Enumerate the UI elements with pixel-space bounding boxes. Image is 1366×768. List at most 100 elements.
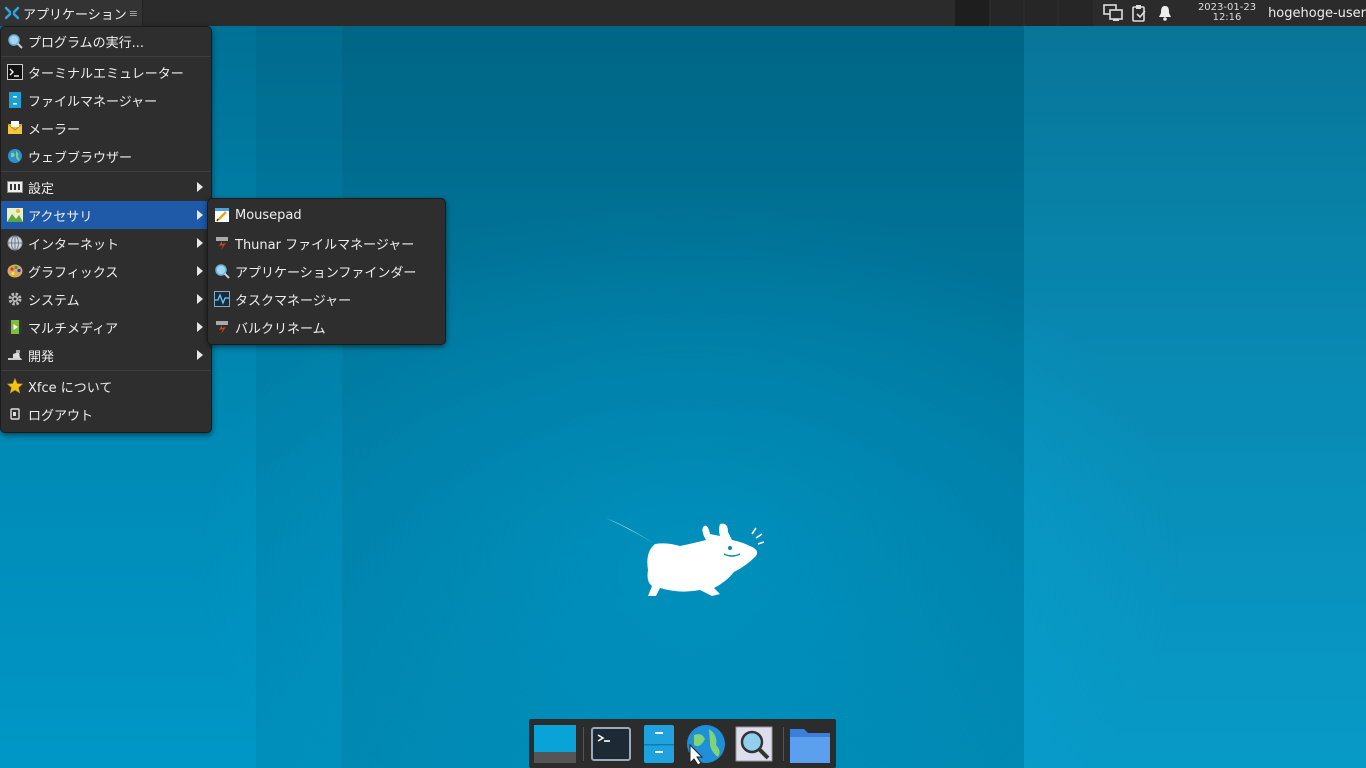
search-icon bbox=[7, 33, 23, 49]
workspace-4[interactable] bbox=[1059, 0, 1093, 26]
accessories-submenu: Mousepad Thunar ファイルマネージャー アプリケーションファインダ… bbox=[207, 198, 446, 345]
menu-item-label: ターミナルエミュレーター bbox=[28, 66, 184, 82]
menu-item-internet[interactable]: インターネット bbox=[1, 229, 211, 257]
dock-folder[interactable] bbox=[788, 723, 832, 765]
menu-item-web-browser[interactable]: ウェブブラウザー bbox=[1, 142, 211, 170]
task-manager-icon bbox=[214, 291, 230, 307]
submenu-item-appfinder[interactable]: アプリケーションファインダー bbox=[208, 257, 445, 285]
menu-item-graphics[interactable]: グラフィックス bbox=[1, 257, 211, 285]
applications-menu-button[interactable]: アプリケーション ≡ bbox=[0, 0, 143, 26]
accessories-icon bbox=[7, 207, 23, 223]
submenu-item-bulk-rename[interactable]: バルクリネーム bbox=[208, 313, 445, 341]
dock-separator bbox=[783, 727, 784, 761]
submenu-arrow-icon bbox=[197, 294, 203, 304]
terminal-icon bbox=[7, 64, 23, 80]
mail-icon bbox=[7, 120, 23, 136]
menu-item-label: グラフィックス bbox=[28, 265, 119, 281]
submenu-item-label: Mousepad bbox=[235, 207, 302, 223]
submenu-item-label: Thunar ファイルマネージャー bbox=[235, 237, 415, 253]
star-icon bbox=[7, 378, 23, 394]
system-tray: 2023-01-23 12:16 hogehoge-user bbox=[1102, 0, 1366, 26]
menu-item-label: システム bbox=[28, 293, 80, 309]
notification-bell-icon[interactable] bbox=[1154, 2, 1176, 24]
show-desktop-icon bbox=[534, 725, 576, 763]
multimedia-icon bbox=[7, 319, 23, 335]
submenu-arrow-icon bbox=[197, 210, 203, 220]
menu-item-terminal[interactable]: ターミナルエミュレーター bbox=[1, 58, 211, 86]
submenu-arrow-icon bbox=[197, 266, 203, 276]
menu-item-label: プログラムの実行... bbox=[28, 35, 145, 51]
submenu-item-mousepad[interactable]: Mousepad bbox=[208, 201, 445, 229]
top-panel: アプリケーション ≡ 2023-01-23 12:16 hogehoge-use… bbox=[0, 0, 1366, 26]
menu-item-file-manager[interactable]: ファイルマネージャー bbox=[1, 86, 211, 114]
xfce-mouse-wallpaper-logo bbox=[606, 518, 765, 596]
submenu-item-label: タスクマネージャー bbox=[235, 293, 352, 309]
menu-item-label: Xfce について bbox=[28, 380, 113, 396]
username-label[interactable]: hogehoge-user bbox=[1268, 6, 1366, 21]
workspace-1[interactable] bbox=[955, 0, 989, 26]
terminal-icon bbox=[591, 727, 631, 761]
menu-item-about-xfce[interactable]: Xfce について bbox=[1, 372, 211, 400]
menu-item-multimedia[interactable]: マルチメディア bbox=[1, 313, 211, 341]
dock-show-desktop[interactable] bbox=[533, 723, 577, 765]
menu-item-label: 開発 bbox=[28, 349, 55, 365]
appfinder-icon bbox=[735, 726, 773, 762]
menu-item-development[interactable]: 開発 bbox=[1, 341, 211, 369]
workspace-3[interactable] bbox=[1025, 0, 1057, 26]
menu-item-label: マルチメディア bbox=[28, 321, 119, 337]
applications-menu: プログラムの実行... ターミナルエミュレーター ファイルマネージャー メーラー… bbox=[0, 26, 212, 433]
clock[interactable]: 2023-01-23 12:16 bbox=[1198, 3, 1256, 23]
submenu-arrow-icon bbox=[197, 182, 203, 192]
menu-item-accessories[interactable]: アクセサリ bbox=[1, 201, 211, 229]
network-icon[interactable] bbox=[1102, 2, 1124, 24]
graphics-icon bbox=[7, 263, 23, 279]
menu-item-label: インターネット bbox=[28, 237, 120, 253]
menu-item-system[interactable]: システム bbox=[1, 285, 211, 313]
desktop-band bbox=[1024, 26, 1366, 768]
menu-item-logout[interactable]: ログアウト bbox=[1, 400, 211, 428]
menu-separator bbox=[1, 370, 211, 371]
menu-separator bbox=[1, 56, 211, 57]
web-browser-icon bbox=[7, 148, 23, 164]
bulk-rename-icon bbox=[214, 319, 230, 335]
menu-item-label: 設定 bbox=[28, 181, 55, 197]
file-manager-icon bbox=[7, 92, 23, 108]
clock-time: 12:16 bbox=[1212, 12, 1242, 23]
submenu-item-thunar[interactable]: Thunar ファイルマネージャー bbox=[208, 229, 445, 257]
menu-overflow-icon: ≡ bbox=[128, 6, 138, 20]
submenu-item-label: バルクリネーム bbox=[235, 321, 326, 337]
submenu-item-task-manager[interactable]: タスクマネージャー bbox=[208, 285, 445, 313]
internet-icon bbox=[7, 235, 23, 251]
dock-appfinder[interactable] bbox=[732, 723, 776, 765]
menu-item-label: アクセサリ bbox=[28, 209, 93, 225]
menu-item-run-program[interactable]: プログラムの実行... bbox=[1, 27, 211, 55]
desktop-band bbox=[256, 26, 342, 768]
desktop-band bbox=[342, 26, 1024, 768]
submenu-arrow-icon bbox=[197, 322, 203, 332]
menu-item-label: ファイルマネージャー bbox=[28, 94, 158, 110]
settings-icon bbox=[7, 179, 23, 195]
thunar-icon bbox=[214, 235, 230, 251]
submenu-arrow-icon bbox=[197, 238, 203, 248]
submenu-item-label: アプリケーションファインダー bbox=[235, 265, 417, 281]
clipboard-icon[interactable] bbox=[1128, 2, 1150, 24]
folder-icon bbox=[790, 729, 830, 763]
menu-item-label: ウェブブラウザー bbox=[28, 150, 133, 166]
dock-terminal[interactable] bbox=[589, 723, 633, 765]
menu-item-mailer[interactable]: メーラー bbox=[1, 114, 211, 142]
system-gear-icon bbox=[7, 291, 23, 307]
development-icon bbox=[7, 347, 23, 363]
file-manager-icon bbox=[644, 725, 674, 763]
logout-icon bbox=[7, 406, 23, 422]
menu-separator bbox=[1, 171, 211, 172]
dock-separator bbox=[583, 727, 584, 761]
workspace-2[interactable] bbox=[991, 0, 1023, 26]
web-browser-icon bbox=[687, 725, 725, 766]
submenu-arrow-icon bbox=[197, 350, 203, 360]
dock-file-manager[interactable] bbox=[637, 723, 681, 765]
dock-web-browser[interactable] bbox=[684, 723, 728, 766]
menu-item-settings[interactable]: 設定 bbox=[1, 173, 211, 201]
menu-item-label: メーラー bbox=[28, 122, 81, 138]
menu-item-label: ログアウト bbox=[28, 408, 94, 424]
applications-label: アプリケーション bbox=[23, 7, 127, 23]
